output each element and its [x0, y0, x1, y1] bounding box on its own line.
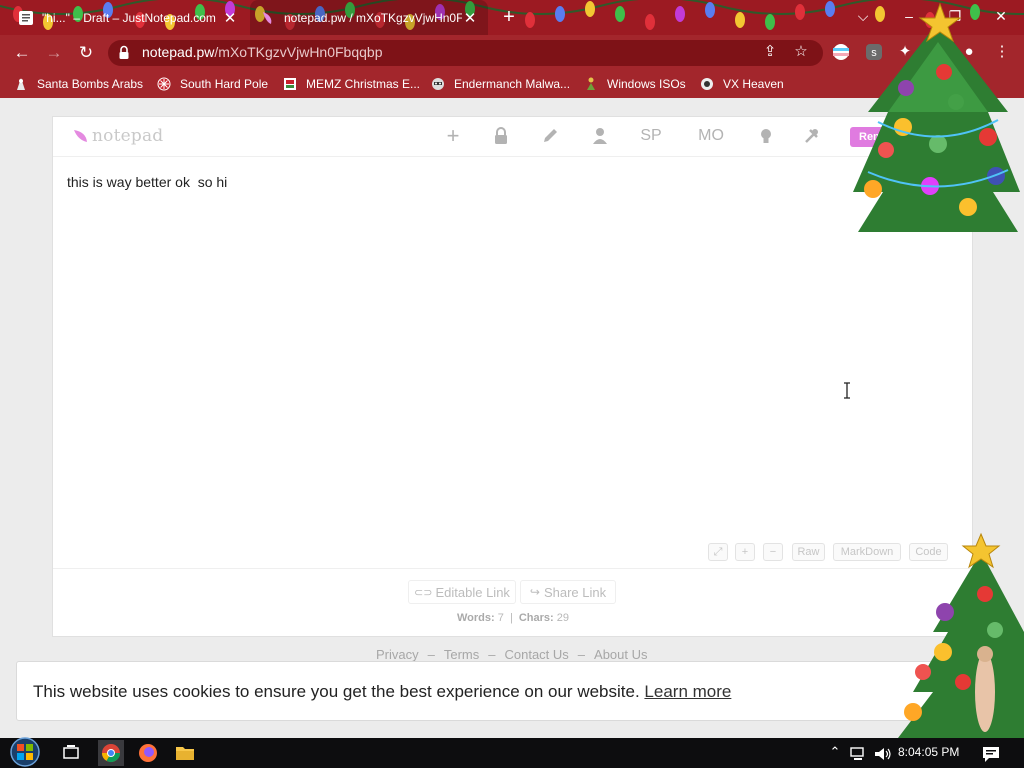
font-decrease-button[interactable]: −: [763, 543, 783, 561]
tab-title: "hi..." – Draft – JustNotepad.com: [42, 10, 216, 25]
task-view-icon[interactable]: [58, 740, 84, 766]
taskbar-clock[interactable]: 8:04:05 PM: [898, 745, 959, 759]
volume-icon[interactable]: [873, 746, 893, 762]
bookmark-windows-isos[interactable]: Windows ISOs: [584, 75, 686, 93]
file-explorer-taskbar-icon[interactable]: [172, 740, 198, 766]
network-icon[interactable]: [848, 746, 868, 762]
share-arrow-icon: ↪: [529, 585, 540, 599]
christmas-tree-decoration: [898, 532, 1024, 738]
url-host: notepad.pw: [142, 44, 215, 60]
toolbar-divider: [53, 156, 972, 157]
text-cursor-icon: [844, 382, 850, 399]
note-textarea[interactable]: this is way better ok so hi: [67, 174, 227, 190]
share-link-label: Share Link: [543, 584, 607, 600]
notepad-pw-favicon-icon: [263, 11, 272, 24]
folder-icon: [176, 747, 194, 760]
footer-links: Privacy – Terms – Contact Us – About Us: [376, 647, 648, 662]
chars-label: Chars:: [518, 612, 554, 624]
firefox-taskbar-icon[interactable]: [135, 740, 161, 766]
bookmark-label: Endermanch Malwa...: [454, 77, 571, 91]
chars-count: 29: [556, 612, 570, 624]
sp-button[interactable]: SP: [638, 126, 664, 146]
url-text[interactable]: notepad.pw/mXoTKgzvVjwHn0Fbqqbp: [142, 44, 382, 60]
footer-separator: –: [488, 647, 496, 662]
tab-close-icon[interactable]: ✕: [462, 9, 478, 27]
cookie-text: This website uses cookies to ensure you …: [33, 682, 640, 701]
raw-button[interactable]: Raw: [792, 543, 825, 561]
words-label: Words:: [457, 612, 495, 624]
reload-icon[interactable]: ↻: [74, 42, 98, 64]
footer-separator: –: [577, 647, 586, 662]
firefox-icon: [139, 744, 157, 762]
bookmark-vx-heaven[interactable]: VX Heaven: [700, 75, 784, 93]
font-increase-button[interactable]: +: [735, 543, 755, 561]
bookmark-label: Windows ISOs: [607, 77, 686, 91]
footer-privacy-link[interactable]: Privacy: [376, 647, 419, 662]
bookmark-endermanch[interactable]: Endermanch Malwa...: [431, 75, 570, 93]
word-char-stats: Words: 7 | Chars: 29: [457, 612, 570, 624]
logo-text: notepad: [92, 126, 164, 146]
bookmark-memz[interactable]: MEMZ Christmas E...: [283, 75, 420, 93]
cookie-message: This website uses cookies to ensure you …: [33, 682, 731, 702]
quill-icon: [74, 130, 87, 142]
editable-link-button[interactable]: ⊂⊃ Editable Link: [408, 580, 516, 604]
mo-button[interactable]: MO: [694, 126, 728, 146]
notepad-logo[interactable]: notepad: [72, 126, 163, 146]
start-orb-icon[interactable]: [8, 736, 42, 768]
snowflake-icon: [157, 77, 171, 91]
footer-contact-link[interactable]: Contact Us: [504, 647, 568, 662]
user-icon[interactable]: [591, 126, 609, 146]
tab-notepad-pw[interactable]: notepad.pw / mXoTKgzvVjwHn0Fbqqbp ✕: [250, 0, 488, 35]
chrome-taskbar-icon[interactable]: [98, 740, 124, 766]
new-tab-button[interactable]: +: [498, 6, 520, 28]
action-center-icon[interactable]: [981, 745, 1001, 763]
back-arrow-icon[interactable]: ←: [10, 42, 34, 64]
vx-heaven-icon: [701, 78, 713, 90]
tools-icon[interactable]: [803, 126, 821, 146]
lock-icon[interactable]: [118, 45, 130, 61]
raccoon-icon: [432, 78, 444, 90]
memz-icon: [284, 78, 296, 90]
editable-link-label: Editable Link: [435, 584, 510, 600]
bookmark-label: Santa Bombs Arabs: [37, 77, 144, 91]
new-note-button[interactable]: +: [443, 123, 463, 148]
footer-about-link[interactable]: About Us: [594, 647, 647, 662]
pencil-icon[interactable]: [541, 126, 559, 146]
santa-icon: [17, 78, 25, 90]
tray-overflow-chevron-icon[interactable]: ⌃: [825, 744, 845, 760]
bookmark-santa-bombs[interactable]: Santa Bombs Arabs: [14, 75, 143, 93]
figure-icon: [587, 77, 595, 90]
learn-more-link[interactable]: Learn more: [644, 682, 731, 701]
lock-toolbar-icon[interactable]: [492, 126, 510, 146]
forward-arrow-icon[interactable]: →: [42, 42, 66, 64]
share-link-button[interactable]: ↪ Share Link: [520, 580, 616, 604]
chrome-icon: [102, 744, 120, 763]
expand-button[interactable]: ⤢: [708, 543, 728, 561]
url-path: /mXoTKgzvVjwHn0Fbqqbp: [214, 44, 383, 60]
task-view-glyph-icon: [63, 745, 79, 759]
footer-separator: –: [427, 647, 435, 662]
tab-title: notepad.pw / mXoTKgzvVjwHn0Fbqqbp: [284, 10, 462, 25]
words-count: 7: [497, 612, 504, 624]
markdown-button[interactable]: MarkDown: [833, 543, 901, 561]
bookmark-label: MEMZ Christmas E...: [306, 77, 421, 91]
bottom-divider: [53, 568, 972, 569]
notepad-favicon-icon: [19, 10, 33, 25]
bookmark-label: South Hard Pole: [180, 77, 269, 91]
tab-justnotepad[interactable]: "hi..." – Draft – JustNotepad.com ✕: [8, 0, 248, 35]
bookmark-star-icon[interactable]: ☆: [790, 41, 812, 63]
share-icon[interactable]: ⇪: [759, 41, 781, 63]
bookmark-south-hard-pole[interactable]: South Hard Pole: [157, 75, 268, 93]
footer-terms-link[interactable]: Terms: [444, 647, 479, 662]
lightbulb-icon[interactable]: [758, 126, 774, 146]
tab-close-icon[interactable]: ✕: [222, 9, 238, 27]
bookmark-label: VX Heaven: [723, 77, 784, 91]
christmas-tree-decoration: [853, 2, 1020, 232]
link-icon: ⊂⊃: [414, 586, 433, 599]
